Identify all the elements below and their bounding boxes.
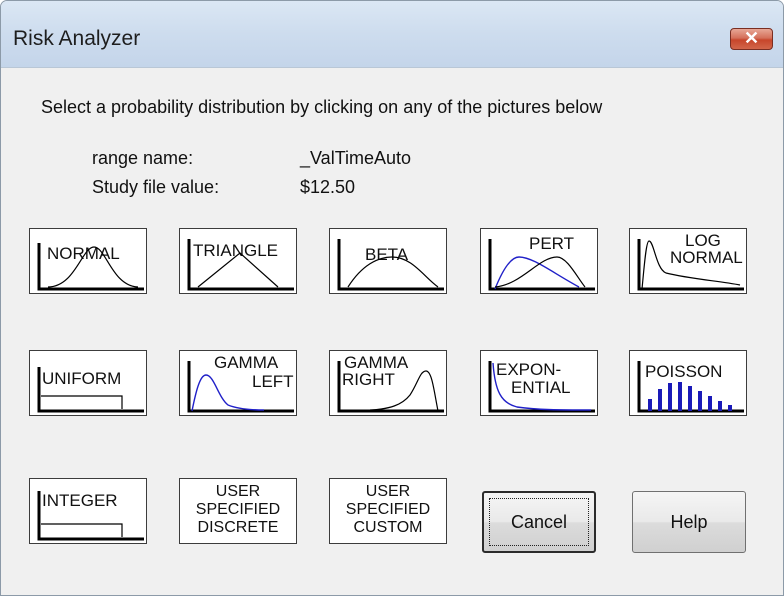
svg-text:ENTIAL: ENTIAL xyxy=(511,378,571,397)
range-name-value: _ValTimeAuto xyxy=(300,148,412,168)
integer-curve-icon: INTEGER xyxy=(37,491,144,541)
beta-curve-icon: BETA xyxy=(337,239,444,291)
help-label: Help xyxy=(670,512,708,532)
gamma-right-distribution-button[interactable]: GAMMA RIGHT xyxy=(329,350,447,416)
svg-text:GAMMA: GAMMA xyxy=(214,353,279,372)
cancel-button[interactable]: Cancel xyxy=(482,491,596,553)
svg-text:PERT: PERT xyxy=(529,234,574,253)
svg-text:UNIFORM: UNIFORM xyxy=(42,369,121,388)
pert-distribution-button[interactable]: PERT xyxy=(480,228,598,294)
lognormal-curve-icon: LOG NORMAL xyxy=(637,231,744,291)
gamma-left-curve-icon: GAMMA LEFT xyxy=(187,353,294,413)
uniform-curve-icon: UNIFORM xyxy=(37,367,144,413)
focus-rectangle xyxy=(489,498,589,546)
gamma-right-curve-icon: GAMMA RIGHT xyxy=(337,353,444,413)
user-specified-custom-button[interactable]: USER SPECIFIED CUSTOM xyxy=(329,478,447,544)
window-title: Risk Analyzer xyxy=(13,27,141,50)
close-icon: ✕ xyxy=(743,28,760,48)
triangle-distribution-button[interactable]: TRIANGLE xyxy=(179,228,297,294)
poisson-bars-icon: POISSON xyxy=(637,361,744,413)
normal-distribution-button[interactable]: NORMAL xyxy=(29,228,147,294)
svg-text:INTEGER: INTEGER xyxy=(42,491,118,510)
pert-curve-icon: PERT xyxy=(488,234,595,291)
beta-distribution-button[interactable]: BETA xyxy=(329,228,447,294)
exponential-distribution-button[interactable]: EXPON- ENTIAL xyxy=(480,350,598,416)
user-custom-line-3: CUSTOM xyxy=(353,519,423,536)
study-file-value-label: Study file value: xyxy=(92,177,220,197)
study-file-value: $12.50 xyxy=(300,177,356,197)
svg-text:BETA: BETA xyxy=(365,245,409,264)
user-discrete-line-3: DISCRETE xyxy=(197,519,279,536)
help-button[interactable]: Help xyxy=(632,491,746,553)
lognormal-distribution-button[interactable]: LOG NORMAL xyxy=(629,228,747,294)
exponential-curve-icon: EXPON- ENTIAL xyxy=(488,360,595,413)
close-button[interactable]: ✕ xyxy=(730,28,773,50)
gamma-left-distribution-button[interactable]: GAMMA LEFT xyxy=(179,350,297,416)
svg-text:EXPON-: EXPON- xyxy=(496,360,561,379)
triangle-curve-icon: TRIANGLE xyxy=(187,239,294,291)
svg-text:LEFT: LEFT xyxy=(252,372,294,391)
user-specified-discrete-button[interactable]: USER SPECIFIED DISCRETE xyxy=(179,478,297,544)
svg-text:NORMAL: NORMAL xyxy=(47,244,120,263)
user-discrete-line-2: SPECIFIED xyxy=(195,501,281,518)
user-custom-line-2: SPECIFIED xyxy=(345,501,431,518)
poisson-distribution-button[interactable]: POISSON xyxy=(629,350,747,416)
svg-text:POISSON: POISSON xyxy=(645,362,722,381)
user-discrete-line-1: USER xyxy=(215,483,261,500)
range-name-label: range name: xyxy=(92,148,194,168)
user-custom-line-1: USER xyxy=(365,483,411,500)
title-bar: Risk Analyzer ✕ xyxy=(1,1,783,68)
normal-curve-icon: NORMAL xyxy=(37,243,144,291)
uniform-distribution-button[interactable]: UNIFORM xyxy=(29,350,147,416)
integer-distribution-button[interactable]: INTEGER xyxy=(29,478,147,544)
svg-text:NORMAL: NORMAL xyxy=(670,248,743,267)
svg-text:RIGHT: RIGHT xyxy=(342,370,395,389)
instruction-text: Select a probability distribution by cli… xyxy=(41,97,603,117)
